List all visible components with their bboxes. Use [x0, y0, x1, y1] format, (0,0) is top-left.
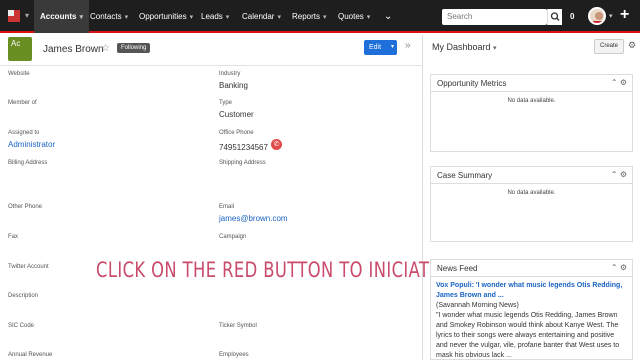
record-name[interactable]: James Brown [43, 44, 104, 55]
office-phone-label: Office Phone [219, 130, 254, 136]
dashboard-settings-gear-icon[interactable]: ⚙ [628, 40, 636, 51]
dashboard-header: My Dashboard ▾ Create ⚙ [423, 35, 640, 65]
global-search-input[interactable]: Search [442, 9, 547, 25]
dashlet-case-summary: Case Summary ⌃ ⚙ No data available. [430, 166, 633, 242]
dashlet-opportunity-metrics: Opportunity Metrics ⌃ ⚙ No data availabl… [430, 74, 633, 152]
collapse-and-gear-icon[interactable]: ⌃ ⚙ [611, 170, 627, 179]
assigned-to-link[interactable]: Administrator [8, 140, 55, 149]
header-separator [0, 65, 422, 66]
ticker-symbol-label: Ticker Symbol [219, 323, 257, 329]
search-icon [550, 12, 560, 21]
account-module-icon: Ac [8, 37, 32, 61]
billing-address-label: Billing Address [8, 160, 48, 166]
dashlet-title: News Feed [437, 264, 478, 273]
type-value[interactable]: Customer [219, 110, 254, 119]
news-headline-link[interactable]: Vox Populi: 'I wonder what music legends… [436, 281, 627, 301]
user-avatar-image [593, 12, 604, 23]
dashlet-empty-message: No data available. [507, 98, 556, 104]
nav-contacts[interactable]: Contacts ▾ [84, 0, 134, 33]
sic-code-label: SIC Code [8, 323, 35, 329]
campaign-label: Campaign [219, 234, 247, 240]
dashlet-title: Case Summary [437, 171, 493, 180]
nav-opportunities[interactable]: Opportunities ▾ [133, 0, 199, 33]
quick-create-plus-icon[interactable]: + [620, 6, 629, 24]
dashlet-title: Opportunity Metrics [437, 79, 507, 88]
industry-value[interactable]: Banking [219, 81, 248, 90]
nav-leads[interactable]: Leads ▾ [195, 0, 235, 33]
edit-button[interactable]: Edit ▾ [364, 40, 397, 55]
twitter-account-label: Twitter Account [8, 264, 49, 270]
employees-label: Employees [219, 352, 249, 358]
fax-label: Fax [8, 234, 19, 240]
top-navigation-bar: ▾ Accounts ▾ Contacts ▾ Opportunities ▾ Lea… [0, 0, 640, 33]
nav-reports[interactable]: Reports ▾ [286, 0, 333, 33]
email-label: Email [219, 204, 235, 210]
search-button[interactable] [547, 9, 562, 25]
favorite-star-icon[interactable]: ☆ [101, 43, 110, 54]
user-avatar[interactable] [588, 7, 606, 25]
nav-calendar[interactable]: Calendar ▾ [236, 0, 287, 33]
notifications-count[interactable]: 0 [570, 12, 574, 21]
dashboard-title[interactable]: My Dashboard ▾ [432, 42, 497, 52]
dashlet-news-feed: News Feed ⌃ ⚙ Vox Populi: 'I wonder what… [430, 259, 633, 360]
news-text: "I wonder what music legends Otis Reddin… [436, 312, 620, 359]
call-phone-icon[interactable]: ✆ [271, 139, 282, 150]
user-menu-caret-icon[interactable]: ▾ [609, 12, 613, 20]
shipping-address-label: Shipping Address [219, 160, 266, 166]
collapse-and-gear-icon[interactable]: ⌃ ⚙ [611, 263, 627, 272]
logo-menu-caret-icon[interactable]: ▾ [25, 11, 29, 20]
website-label: Website [8, 71, 30, 77]
create-dashboard-button[interactable]: Create [594, 39, 624, 54]
industry-label: Industry [219, 71, 241, 77]
following-badge[interactable]: Following [117, 43, 151, 53]
description-label: Description [8, 293, 39, 299]
news-source: (Savannah Morning News) [436, 302, 519, 309]
expand-pane-icon[interactable]: » [405, 40, 411, 51]
type-label: Type [219, 100, 233, 106]
office-phone-value[interactable]: 74951234567 [219, 143, 268, 152]
news-item: Vox Populi: 'I wonder what music legends… [431, 277, 632, 360]
collapse-and-gear-icon[interactable]: ⌃ ⚙ [611, 78, 627, 87]
annual-revenue-label: Annual Revenue [8, 352, 53, 358]
member-of-label: Member of [8, 100, 37, 106]
nav-accounts[interactable]: Accounts ▾ [34, 0, 89, 33]
nav-quotes[interactable]: Quotes ▾ [332, 0, 376, 33]
other-phone-label: Other Phone [8, 204, 43, 210]
dashlet-empty-message: No data available. [507, 190, 556, 196]
sugar-logo-icon[interactable] [6, 8, 22, 24]
email-link[interactable]: james@brown.com [219, 214, 288, 223]
assigned-to-label: Assigned to [8, 130, 40, 136]
record-header: Ac James Brown ☆ Following Edit ▾ » [0, 35, 420, 65]
edit-dropdown-caret-icon[interactable]: ▾ [391, 40, 394, 55]
nav-more-chevron-icon[interactable]: ⌄ [378, 0, 398, 33]
pane-divider [422, 35, 423, 360]
